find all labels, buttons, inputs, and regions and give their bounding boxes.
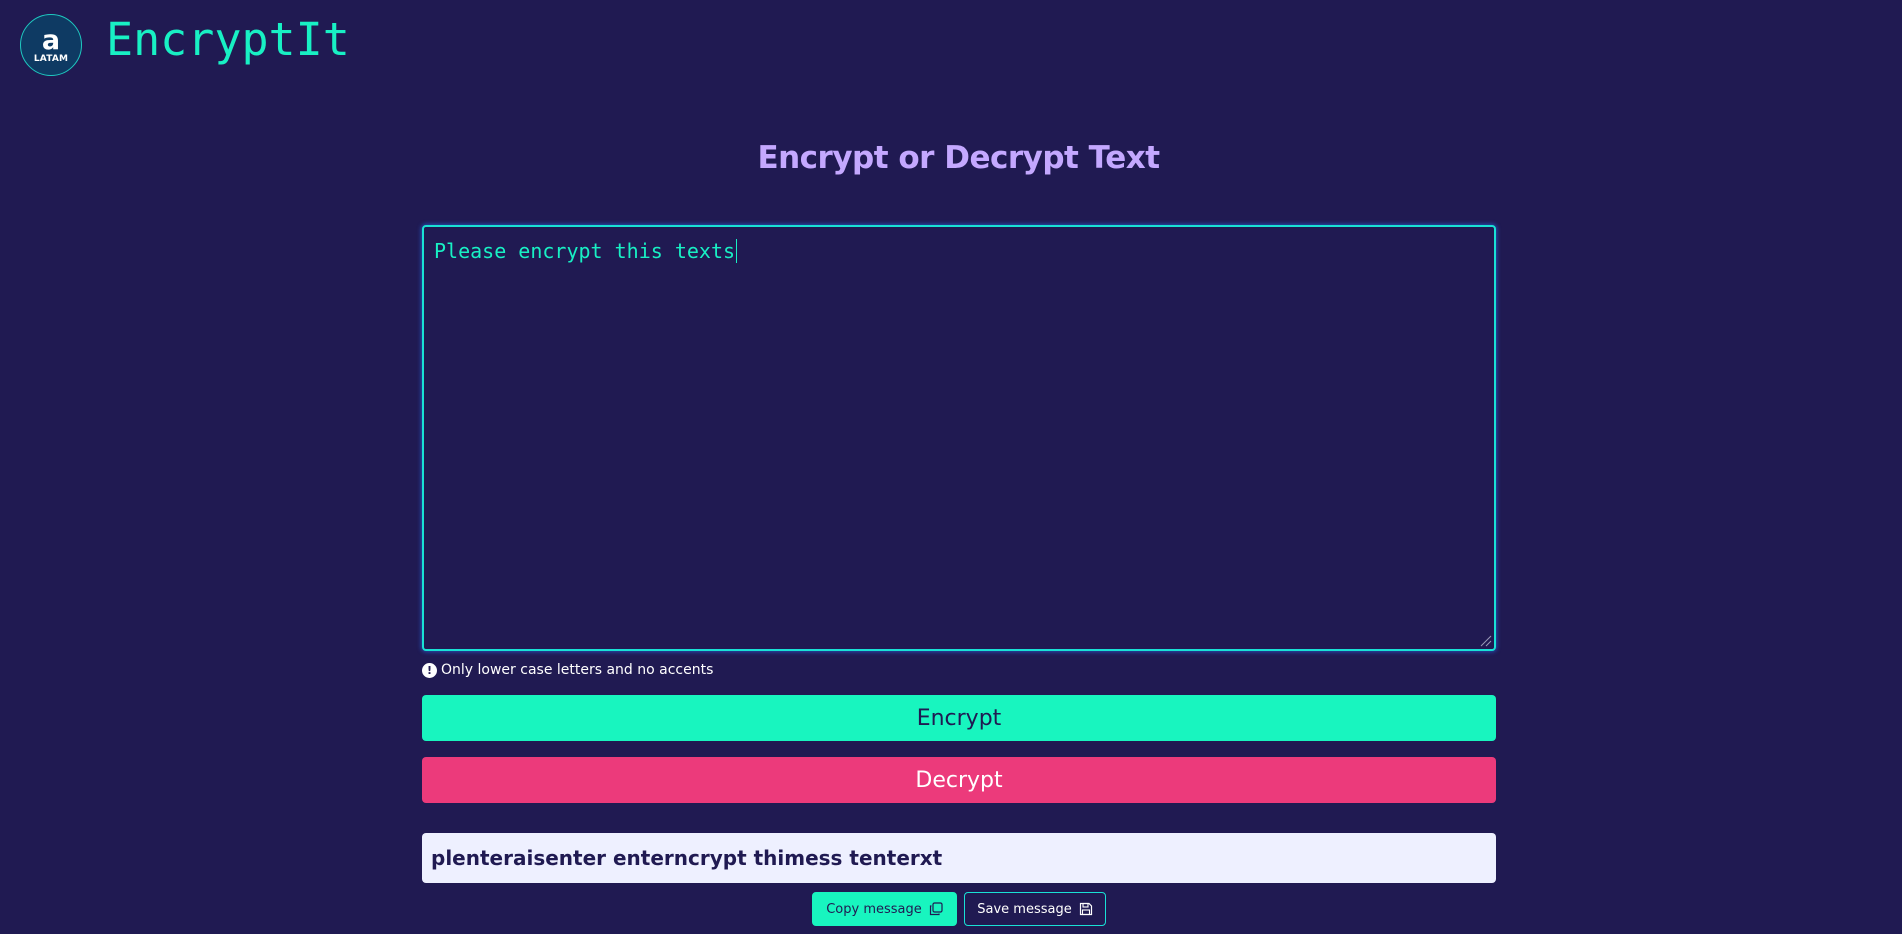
hint-text: Only lower case letters and no accents <box>441 662 714 678</box>
app-header: a LATAM EncryptIt <box>20 12 350 78</box>
output-actions: Copy message Save message <box>812 892 1106 926</box>
alura-latam-logo: a LATAM <box>20 14 82 76</box>
copy-message-button[interactable]: Copy message <box>812 892 957 926</box>
save-message-button[interactable]: Save message <box>964 892 1106 926</box>
app-name: EncryptIt <box>106 12 350 66</box>
message-textarea[interactable]: Please encrypt this texts <box>422 225 1496 651</box>
copy-message-label: Copy message <box>826 901 922 917</box>
input-hint: ! Only lower case letters and no accents <box>422 662 713 678</box>
decrypt-button[interactable]: Decrypt <box>422 757 1496 803</box>
alert-circle-icon: ! <box>422 663 437 678</box>
logo-glyph: a <box>41 25 61 56</box>
resize-handle-icon[interactable] <box>1478 633 1492 647</box>
textarea-value: Please encrypt this texts <box>434 239 736 263</box>
result-text: plenteraisenter enterncrypt thimess tent… <box>431 846 943 870</box>
logo-subtext: LATAM <box>33 54 69 64</box>
page-title: Encrypt or Decrypt Text <box>757 140 1160 176</box>
result-output: plenteraisenter enterncrypt thimess tent… <box>422 833 1496 883</box>
save-floppy-icon <box>1079 902 1092 916</box>
copy-icon <box>929 902 943 916</box>
text-caret <box>736 239 738 263</box>
save-message-label: Save message <box>977 901 1072 917</box>
encrypt-button[interactable]: Encrypt <box>422 695 1496 741</box>
